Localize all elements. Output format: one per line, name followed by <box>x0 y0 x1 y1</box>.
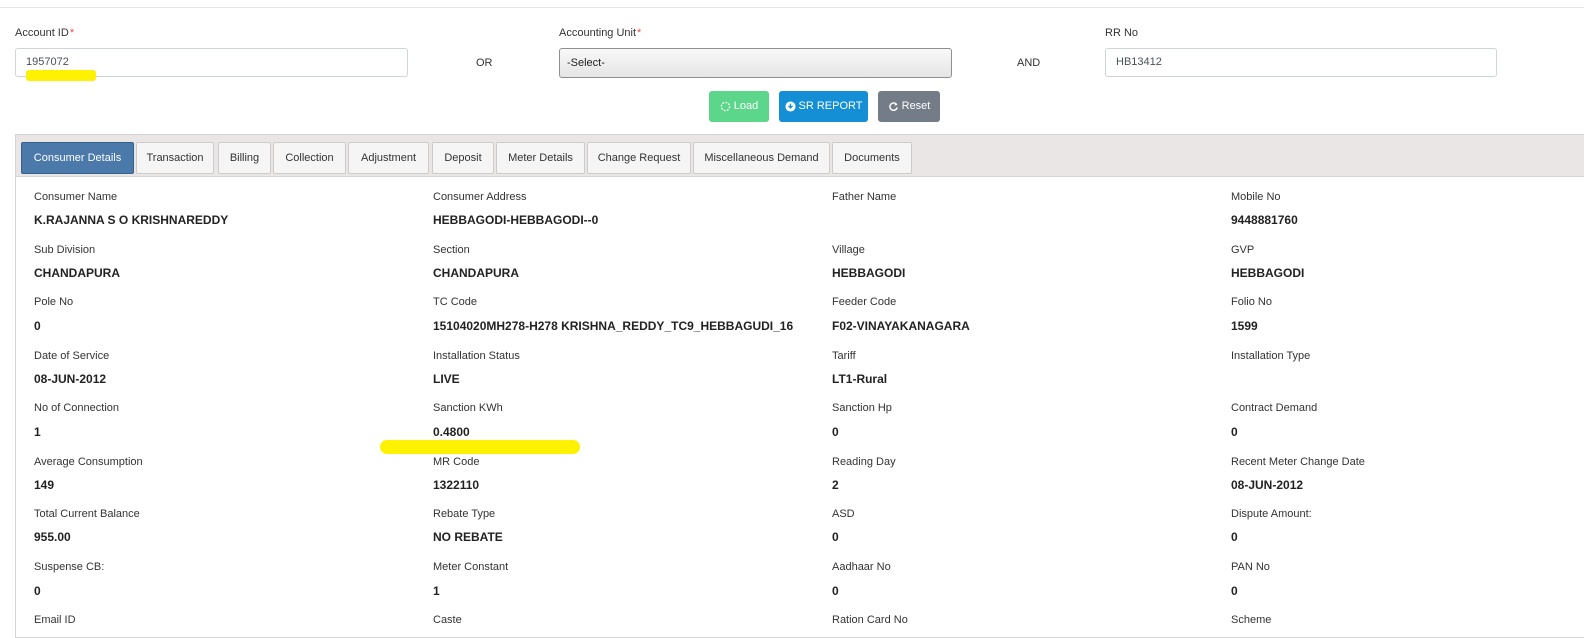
reset-button[interactable]: Reset <box>878 91 940 122</box>
detail-value: 0 <box>832 425 839 439</box>
detail-label: Aadhaar No <box>832 561 891 573</box>
rr-no-input[interactable]: HB13412 <box>1105 48 1497 77</box>
tab-collection[interactable]: Collection <box>273 142 346 174</box>
spinner-icon <box>720 101 731 112</box>
detail-value: HEBBAGODI <box>1231 266 1305 280</box>
detail-label: Caste <box>433 614 462 626</box>
download-circle-icon <box>784 101 796 112</box>
detail-label: MR Code <box>433 456 480 468</box>
detail-value: 2 <box>832 478 839 492</box>
detail-value: 955.00 <box>34 530 71 544</box>
detail-label: Date of Service <box>34 350 110 362</box>
or-text: OR <box>476 57 493 69</box>
tab-transaction[interactable]: Transaction <box>136 142 214 174</box>
detail-label: Tariff <box>832 350 856 362</box>
detail-value: HEBBAGODI <box>832 266 906 280</box>
detail-value: 1322110 <box>433 478 480 492</box>
detail-label: Dispute Amount: <box>1231 508 1312 520</box>
detail-label: TC Code <box>433 296 478 308</box>
detail-value: 1599 <box>1231 319 1258 333</box>
account-id-label: Account ID* <box>15 27 75 39</box>
accounting-unit-select[interactable]: -Select- <box>559 48 952 78</box>
detail-label: Section <box>433 244 470 256</box>
tab-adjustment[interactable]: Adjustment <box>348 142 429 174</box>
top-divider <box>0 7 1584 8</box>
detail-value: 0 <box>34 319 41 333</box>
detail-label: Recent Meter Change Date <box>1231 456 1365 468</box>
detail-value: HEBBAGODI-HEBBAGODI--0 <box>433 213 599 227</box>
load-button-label: Load <box>733 100 759 112</box>
accounting-unit-label: Accounting Unit* <box>559 27 642 39</box>
detail-label: Email ID <box>34 614 76 626</box>
detail-label: Sanction Hp <box>832 402 892 414</box>
tab-consumer-details[interactable]: Consumer Details <box>21 142 134 174</box>
detail-label: No of Connection <box>34 402 119 414</box>
detail-value: F02-VINAYAKANAGARA <box>832 319 970 333</box>
detail-value: 0.4800 <box>433 425 470 439</box>
detail-label: Contract Demand <box>1231 402 1318 414</box>
refresh-icon <box>888 102 898 111</box>
detail-label: Consumer Name <box>34 191 118 203</box>
detail-value: CHANDAPURA <box>34 266 120 280</box>
detail-label: Mobile No <box>1231 191 1281 203</box>
detail-label: Feeder Code <box>832 296 897 308</box>
detail-label: Installation Type <box>1231 350 1311 362</box>
tab-billing[interactable]: Billing <box>218 142 271 174</box>
load-button[interactable]: Load <box>709 91 769 122</box>
detail-label: Village <box>832 244 865 256</box>
detail-label: Consumer Address <box>433 191 527 203</box>
detail-value: CHANDAPURA <box>433 266 519 280</box>
detail-value: 0 <box>34 584 41 598</box>
detail-value: 08-JUN-2012 <box>1231 478 1304 492</box>
detail-value: 15104020MH278-H278 KRISHNA_REDDY_TC9_HEB… <box>433 319 794 333</box>
detail-value: NO REBATE <box>433 530 503 544</box>
detail-value: 0 <box>1231 530 1238 544</box>
detail-value: 1 <box>34 425 41 439</box>
detail-value: 08-JUN-2012 <box>34 372 107 386</box>
detail-value: K.RAJANNA S O KRISHNAREDDY <box>34 213 229 227</box>
tab-deposit[interactable]: Deposit <box>432 142 494 174</box>
details-panel <box>15 134 1584 638</box>
rr-no-label: RR No <box>1105 27 1139 39</box>
highlight-mark <box>26 70 96 81</box>
detail-label: Reading Day <box>832 456 896 468</box>
detail-label: Rebate Type <box>433 508 496 520</box>
detail-label: Installation Status <box>433 350 520 362</box>
detail-label: Suspense CB: <box>34 561 105 573</box>
detail-label: Pole No <box>34 296 74 308</box>
detail-value: 0 <box>832 584 839 598</box>
detail-label: Total Current Balance <box>34 508 140 520</box>
highlight-mark <box>380 440 580 454</box>
tab-documents[interactable]: Documents <box>832 142 912 174</box>
sr-report-button[interactable]: SR REPORT <box>779 91 868 122</box>
detail-label: Folio No <box>1231 296 1272 308</box>
detail-value: 0 <box>832 530 839 544</box>
and-text: AND <box>1017 57 1041 69</box>
detail-label: GVP <box>1231 244 1255 256</box>
detail-label: ASD <box>832 508 855 520</box>
detail-label: Average Consumption <box>34 456 143 468</box>
tab-miscellaneous-demand[interactable]: Miscellaneous Demand <box>693 142 830 174</box>
detail-value: 1 <box>433 584 440 598</box>
detail-label: Meter Constant <box>433 561 509 573</box>
detail-label: Scheme <box>1231 614 1272 626</box>
detail-label: PAN No <box>1231 561 1270 573</box>
detail-value: 0 <box>1231 425 1238 439</box>
detail-label: Sub Division <box>34 244 96 256</box>
sr-report-button-label: SR REPORT <box>798 100 863 112</box>
detail-label: Sanction KWh <box>433 402 503 414</box>
detail-label: Father Name <box>832 191 897 203</box>
detail-value: LIVE <box>433 372 460 386</box>
reset-button-label: Reset <box>901 100 931 112</box>
tab-meter-details[interactable]: Meter Details <box>496 142 585 174</box>
detail-value: 9448881760 <box>1231 213 1298 227</box>
detail-label: Ration Card No <box>832 614 908 626</box>
detail-value: 0 <box>1231 584 1238 598</box>
detail-value: 149 <box>34 478 55 492</box>
tab-change-request[interactable]: Change Request <box>587 142 691 174</box>
detail-value: LT1-Rural <box>832 372 888 386</box>
